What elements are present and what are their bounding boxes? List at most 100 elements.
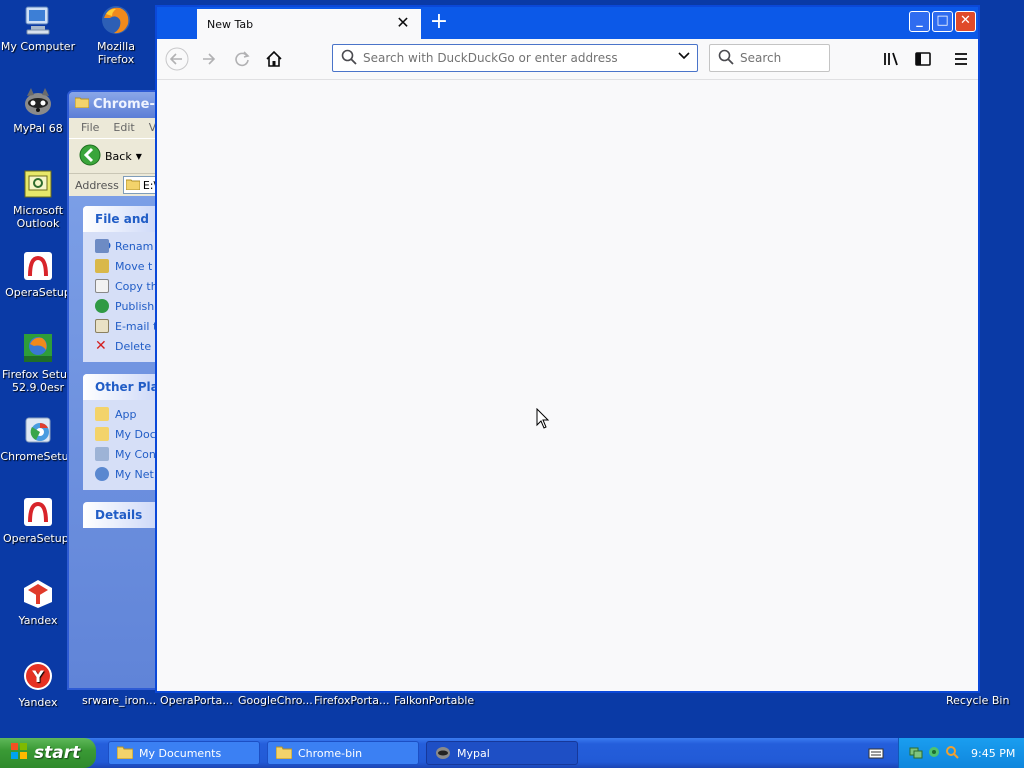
close-tab-icon[interactable]: ✕ (395, 15, 411, 31)
desktop-icon-operasetup-2[interactable]: OperaSetup( (0, 496, 76, 545)
desktop-icon-label: Microsoft Outlook (12, 204, 64, 230)
close-window-icon[interactable]: ✕ (955, 11, 976, 32)
rename-icon (95, 239, 109, 253)
delete-x-icon: ✕ (95, 338, 107, 354)
tab-title: New Tab (207, 17, 254, 31)
home-icon[interactable] (262, 47, 286, 71)
folder-icon (125, 178, 141, 193)
desktop-icon-googlechromeportable[interactable]: GoogleChro... (238, 694, 313, 707)
explorer-title: Chrome-b (93, 97, 165, 112)
chrome-setup-icon (22, 414, 54, 446)
desktop-icon-label: OperaSetup (5, 286, 71, 299)
desktop-icon-label: Firefox Setup 52.9.0esr (2, 368, 74, 394)
maximize-icon[interactable]: □ (932, 11, 953, 32)
globe-icon (95, 299, 109, 313)
desktop-icon-firefox-setup[interactable]: Firefox Setup 52.9.0esr (0, 332, 76, 394)
search-bar[interactable]: Search (709, 44, 830, 72)
desktop-icon-label: My Computer (0, 40, 76, 53)
sidebar-icon[interactable] (911, 47, 935, 71)
computer-icon (95, 447, 109, 461)
move-icon (95, 259, 109, 273)
copy-icon (95, 279, 109, 293)
url-bar[interactable]: Search with DuckDuckGo or enter address (332, 44, 698, 72)
desktop-icon-label: MyPal 68 (13, 122, 63, 135)
network-tray-icon[interactable] (909, 745, 923, 762)
desktop-icon-operasetup[interactable]: OperaSetup (0, 250, 76, 299)
opera-installer-icon (22, 496, 54, 528)
desktop-icon-yandex[interactable]: Yandex (0, 578, 76, 627)
taskbar-button-chrome-bin[interactable]: Chrome-bin (267, 741, 419, 765)
outlook-icon (22, 168, 54, 200)
desktop-icon-chromesetup[interactable]: ChromeSetup (0, 414, 76, 463)
keyboard-icon[interactable] (868, 746, 884, 763)
email-icon (95, 319, 109, 333)
desktop-icon-mozilla-firefox[interactable]: Mozilla Firefox (78, 4, 154, 66)
taskbar-button-label: My Documents (139, 746, 222, 760)
tab-strip: New Tab ✕ + _ □ ✕ (157, 7, 978, 39)
explorer-menubar: File Edit V (69, 118, 169, 138)
back-arrow-icon[interactable] (79, 144, 101, 169)
navigation-toolbar: Search with DuckDuckGo or enter address … (157, 39, 978, 80)
desktop-icon-falkonportable[interactable]: FalkonPortable (394, 694, 474, 707)
system-tray: 9:45 PM (898, 738, 1024, 768)
hamburger-menu-icon[interactable] (949, 47, 973, 71)
clock[interactable]: 9:45 PM (971, 747, 1015, 760)
minimize-icon[interactable]: _ (909, 11, 930, 32)
start-button[interactable]: start (0, 738, 96, 768)
search-placeholder: Search (740, 51, 782, 65)
folder-icon (95, 407, 109, 421)
taskbar-button-mypal[interactable]: Mypal (426, 741, 578, 765)
taskbar-button-my-documents[interactable]: My Documents (108, 741, 260, 765)
explorer-task-pane: File and Fo Renam Move t Copy th Publish… (69, 196, 169, 688)
menu-file[interactable]: File (81, 118, 99, 138)
search-tray-icon[interactable] (945, 745, 959, 762)
start-label: start (34, 743, 81, 763)
mouse-cursor-icon (536, 407, 550, 433)
desktop-icon-label: Yandex (18, 614, 58, 627)
documents-folder-icon (95, 427, 109, 441)
settings-tray-icon[interactable] (927, 745, 941, 762)
search-icon (341, 49, 357, 68)
windows-logo-icon (10, 742, 28, 765)
desktop-icon-srware-iron[interactable]: srware_iron... (82, 694, 156, 707)
svg-text:Y: Y (31, 667, 44, 686)
desktop-icon-recycle-bin[interactable]: Recycle Bin (946, 694, 1009, 707)
desktop-icon-mypal[interactable]: MyPal 68 (0, 86, 76, 135)
computer-icon (22, 4, 54, 36)
taskbar-button-label: Chrome-bin (298, 746, 363, 760)
desktop: { "desktop": { "icons": [ {"label": "My … (0, 0, 1024, 768)
explorer-titlebar[interactable]: Chrome-b (69, 92, 169, 118)
back-arrow-icon[interactable] (165, 47, 189, 71)
desktop-icon-yandex-browser[interactable]: Y Yandex (0, 660, 76, 709)
menu-edit[interactable]: Edit (113, 118, 134, 138)
desktop-icon-my-computer[interactable]: My Computer (0, 4, 76, 53)
yandex-icon (22, 578, 54, 610)
folder-icon (74, 92, 90, 118)
chevron-down-icon[interactable] (677, 48, 691, 66)
desktop-icon-firefoxportable[interactable]: FirefoxPorta... (314, 694, 389, 707)
desktop-icon-label: Yandex (18, 696, 58, 709)
tab-new-tab[interactable]: New Tab ✕ (197, 9, 421, 39)
url-placeholder: Search with DuckDuckGo or enter address (363, 51, 618, 65)
folder-icon (116, 745, 134, 762)
reload-icon[interactable] (230, 47, 254, 71)
back-button[interactable]: Back (105, 150, 132, 163)
taskbar-button-label: Mypal (457, 746, 490, 760)
opera-installer-icon (22, 250, 54, 282)
new-tab-plus-icon[interactable]: + (427, 11, 451, 35)
yandex-browser-icon: Y (22, 660, 54, 692)
search-icon (718, 49, 734, 68)
firefox-setup-icon (22, 332, 54, 364)
library-icon[interactable] (879, 47, 903, 71)
desktop-icon-outlook[interactable]: Microsoft Outlook (0, 168, 76, 230)
desktop-icon-operaportable[interactable]: OperaPorta... (160, 694, 233, 707)
explorer-addressbar: Address E:\ (69, 174, 169, 197)
desktop-icon-label: ChromeSetup (0, 450, 76, 463)
firefox-window[interactable]: New Tab ✕ + _ □ ✕ Search with DuckDuckGo… (155, 5, 980, 693)
back-dropdown-icon[interactable]: ▼ (136, 152, 142, 161)
firefox-icon (100, 4, 132, 36)
desktop-icon-label: OperaSetup( (3, 532, 73, 545)
page-content[interactable] (157, 80, 978, 691)
forward-arrow-icon[interactable] (197, 47, 221, 71)
taskbar: start My Documents Chrome-bin Mypal 9:45… (0, 738, 1024, 768)
